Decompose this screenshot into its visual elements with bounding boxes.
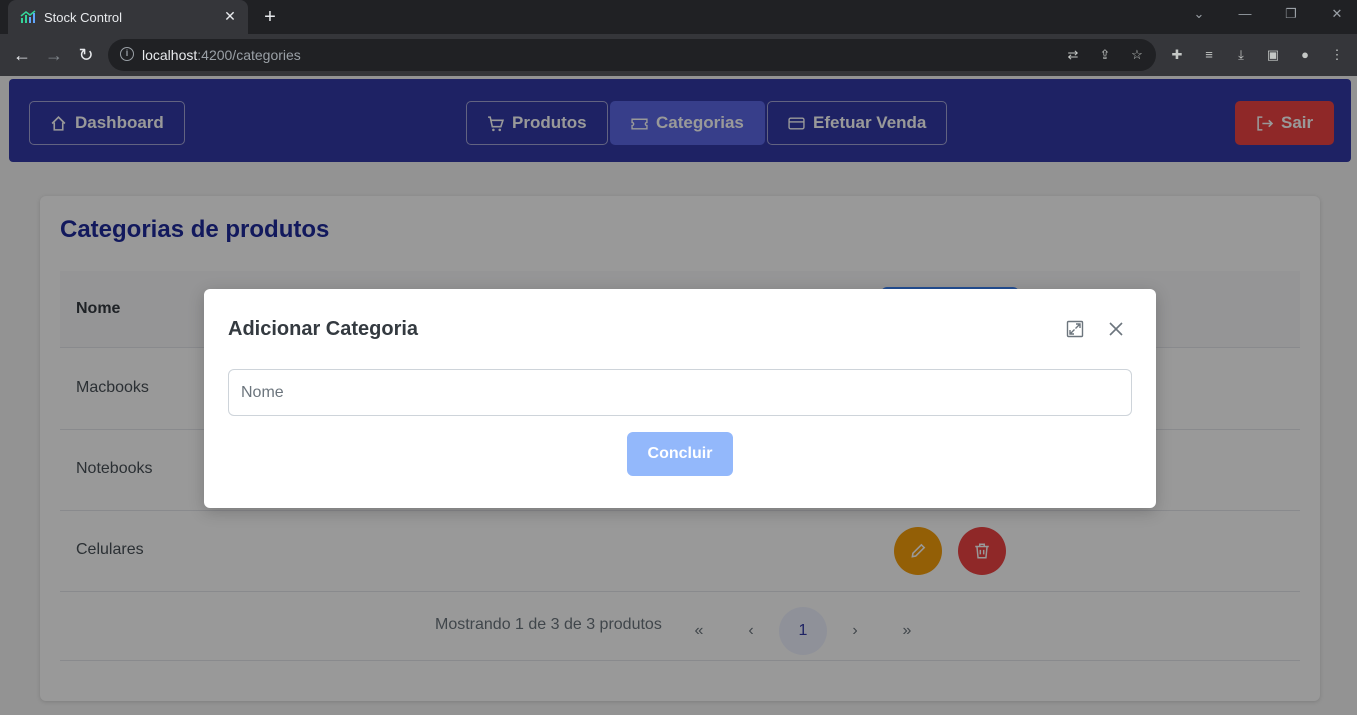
browser-tab[interactable]: Stock Control ✕ [8,0,248,34]
reading-list-icon[interactable]: ≡ [1200,46,1218,64]
restore-icon[interactable]: ❐ [1279,6,1303,24]
category-name-input[interactable] [228,369,1132,416]
tab-search-icon[interactable]: ⌄ [1187,6,1211,24]
more-menu-icon[interactable]: ⋮ [1328,46,1346,64]
bookmark-star-icon[interactable]: ☆ [1128,46,1146,64]
site-info-icon[interactable]: i [120,47,134,61]
url-text[interactable]: localhost:4200/categories [142,47,301,63]
concluir-button[interactable]: Concluir [627,432,733,476]
minimize-icon[interactable]: — [1233,6,1257,24]
reload-icon[interactable]: ↻ [74,43,98,67]
browser-tabbar: Stock Control ✕ + ⌄ — ❐ ✕ [0,0,1357,34]
add-category-dialog: Adicionar Categoria Concluir [204,289,1156,508]
download-icon[interactable]: ⤓ [1232,46,1250,64]
new-tab-icon[interactable]: + [259,6,281,28]
forward-icon[interactable]: → [42,43,66,67]
chart-favicon-icon [20,10,36,23]
browser-toolbar: ← → ↻ i localhost:4200/categories ⇄ ⇪ ☆ … [0,34,1357,76]
share-icon[interactable]: ⇪ [1096,46,1114,64]
profile-icon[interactable]: ● [1296,46,1314,64]
maximize-icon[interactable] [1066,320,1084,338]
dialog-title: Adicionar Categoria [228,318,419,340]
extensions-icon[interactable]: ✚ [1168,46,1186,64]
tab-close-icon[interactable]: ✕ [220,6,240,26]
translate-icon[interactable]: ⇄ [1064,46,1082,64]
tab-title: Stock Control [44,10,123,25]
window-close-icon[interactable]: ✕ [1325,6,1349,24]
close-icon[interactable] [1107,320,1125,338]
back-icon[interactable]: ← [10,43,34,67]
side-panel-icon[interactable]: ▣ [1264,46,1282,64]
address-bar[interactable]: i localhost:4200/categories ⇄ ⇪ ☆ [108,39,1156,71]
